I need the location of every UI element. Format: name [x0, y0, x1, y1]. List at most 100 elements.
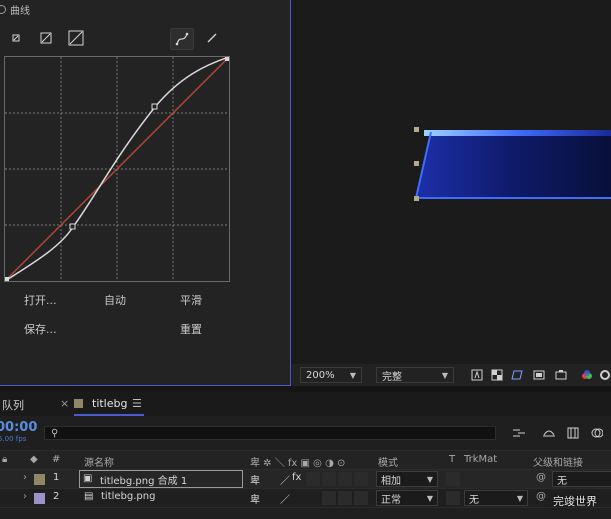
track-matte-select[interactable]: 无 ▼	[464, 490, 528, 506]
resolution-dropdown[interactable]: 完整 ▼	[376, 367, 454, 383]
mode-column-header[interactable]: 模式	[378, 454, 398, 469]
region-of-interest-icon[interactable]	[532, 368, 546, 382]
quality-switch-icon[interactable]: ／	[280, 491, 290, 506]
frame-blending-icon[interactable]	[566, 426, 580, 440]
blend-mode-select[interactable]: 正常 ▼	[376, 490, 438, 506]
curve-control-point[interactable]	[69, 223, 76, 230]
auto-link[interactable]: 自动	[104, 292, 126, 308]
active-tab-underline	[74, 414, 144, 416]
expand-chevron-icon[interactable]: ›	[23, 472, 27, 483]
shy-switch-icon[interactable]: 卑	[250, 491, 260, 506]
precomp-icon: ▣	[83, 473, 93, 484]
zoom-dropdown[interactable]: 200% ▼	[300, 367, 362, 383]
search-icon: ⚲	[51, 427, 59, 439]
comp-mini-flowchart-icon[interactable]	[512, 426, 526, 440]
effect-switch-icon[interactable]: fx	[292, 472, 301, 483]
frame-rate: 5.00 fps	[0, 435, 27, 443]
open-link[interactable]: 打开...	[24, 292, 57, 308]
composition-viewer[interactable]	[292, 0, 611, 364]
layer-row[interactable]: › 1 ▣ titlebg.png 合成 1 卑 ／ fx 相加 ▼ @ 无	[0, 470, 611, 489]
footage-file-icon: ▤	[84, 491, 94, 502]
tab-titlebg[interactable]: titlebg	[92, 397, 127, 410]
reset-link[interactable]: 重置	[180, 321, 202, 337]
parent-link-column-header[interactable]: 父级和链接	[533, 454, 583, 469]
curve-control-point[interactable]	[151, 103, 158, 110]
timeline-panel: 队列 × titlebg ☰ 00:00 5.00 fps ⚲ 🔒︎ ◆ # 源…	[0, 392, 611, 519]
layer-name[interactable]: titlebg.png	[101, 491, 155, 502]
switch-box[interactable]	[338, 491, 352, 505]
layer-name[interactable]: titlebg.png 合成 1	[100, 472, 187, 487]
shy-switch-icon[interactable]: 卑	[250, 472, 260, 487]
close-tab-icon[interactable]: ×	[60, 397, 69, 410]
current-time-display[interactable]: 00:00	[0, 420, 37, 435]
layer-label-color[interactable]	[34, 474, 45, 485]
fast-preview-icon[interactable]	[470, 368, 484, 382]
layer-row[interactable]: › 2 ▤ titlebg.png 卑 ／ 正常 ▼ 无 ▼ @	[0, 489, 611, 508]
switch-box[interactable]	[322, 472, 336, 486]
transform-handle[interactable]	[414, 161, 419, 166]
quality-switch-icon[interactable]: ／	[280, 472, 290, 487]
mask-visibility-icon[interactable]	[510, 368, 524, 382]
switch-box[interactable]	[306, 472, 320, 486]
expand-chevron-icon[interactable]: ›	[23, 491, 27, 502]
pick-whip-icon[interactable]: @	[536, 472, 546, 483]
lock-column-icon[interactable]: 🔒︎	[2, 454, 7, 465]
medium-graph-size-icon[interactable]	[36, 28, 56, 48]
preserve-transparency-box[interactable]	[446, 472, 460, 486]
exposure-icon[interactable]	[598, 368, 611, 382]
transparency-grid-icon[interactable]	[490, 368, 504, 382]
pick-whip-icon[interactable]: @	[536, 491, 546, 502]
curves-graph[interactable]	[4, 56, 230, 282]
shy-layers-icon[interactable]	[542, 426, 556, 440]
switch-box[interactable]	[338, 472, 352, 486]
smooth-link[interactable]: 平滑	[180, 292, 202, 308]
preserve-transparency-box[interactable]	[446, 491, 460, 505]
layer-label-color[interactable]	[34, 493, 45, 504]
zoom-value: 200%	[306, 369, 335, 381]
title-bar-graphic[interactable]	[292, 0, 611, 364]
t-column-header[interactable]: T	[449, 454, 455, 465]
blend-mode-select[interactable]: 相加 ▼	[376, 471, 438, 487]
curve-endpoint[interactable]	[5, 277, 9, 281]
chevron-down-icon: ▼	[426, 493, 433, 503]
tab-menu-icon[interactable]: ☰	[132, 397, 142, 410]
chevron-down-icon: ▼	[426, 474, 433, 484]
tab-render-queue[interactable]: 队列	[2, 397, 24, 413]
timeline-tabs: 队列 × titlebg ☰	[0, 392, 611, 416]
curve-endpoint[interactable]	[225, 57, 229, 61]
bezier-curve-tool-icon[interactable]	[170, 28, 194, 50]
watermark-text: 完竣世界	[553, 495, 597, 508]
layer-number: 2	[53, 491, 60, 502]
parent-select[interactable]: 无	[552, 471, 611, 487]
number-column-header[interactable]: #	[52, 454, 60, 465]
label-column-icon[interactable]: ◆	[30, 454, 38, 465]
chevron-down-icon: ▼	[441, 370, 448, 380]
curves-header[interactable]: 曲线	[0, 2, 30, 17]
snapshot-icon[interactable]	[554, 368, 568, 382]
blend-mode-value: 正常	[381, 494, 401, 506]
trkmat-column-header[interactable]: TrkMat	[464, 454, 497, 465]
layer-column-header: 🔒︎ ◆ # 源名称 卑 ✲ ＼ fx ▣ ◎ ◑ ⊙ 模式 T TrkMat …	[0, 450, 611, 470]
pencil-tool-icon[interactable]	[202, 28, 222, 48]
switches-column-icons[interactable]: 卑 ✲ ＼ fx ▣ ◎ ◑ ⊙	[250, 454, 345, 469]
curves-title: 曲线	[10, 5, 30, 17]
chevron-down-icon: ▼	[349, 370, 356, 380]
transform-handle[interactable]	[414, 196, 419, 201]
app-window: 曲线 打开... 自动 平滑 保存... 重置 200% ▼ 完整 ▼ 队列 ×…	[0, 0, 611, 519]
transform-handle[interactable]	[414, 127, 419, 132]
layer-search-input[interactable]: ⚲	[44, 426, 496, 440]
color-channels-icon[interactable]	[580, 368, 594, 382]
switch-box[interactable]	[354, 472, 368, 486]
source-name-column-header[interactable]: 源名称	[84, 454, 114, 469]
switch-box[interactable]	[322, 491, 336, 505]
blend-mode-value: 相加	[381, 475, 401, 487]
layer-name-box[interactable]: ▣ titlebg.png 合成 1	[79, 470, 243, 488]
large-graph-size-icon[interactable]	[64, 26, 88, 50]
switch-box[interactable]	[354, 491, 368, 505]
comp-label-color	[74, 399, 83, 408]
save-link[interactable]: 保存...	[24, 321, 57, 337]
expand-circle-icon[interactable]	[0, 4, 6, 14]
motion-blur-icon[interactable]	[590, 426, 604, 440]
layer-number: 1	[53, 472, 60, 483]
small-graph-size-icon[interactable]	[6, 28, 26, 48]
